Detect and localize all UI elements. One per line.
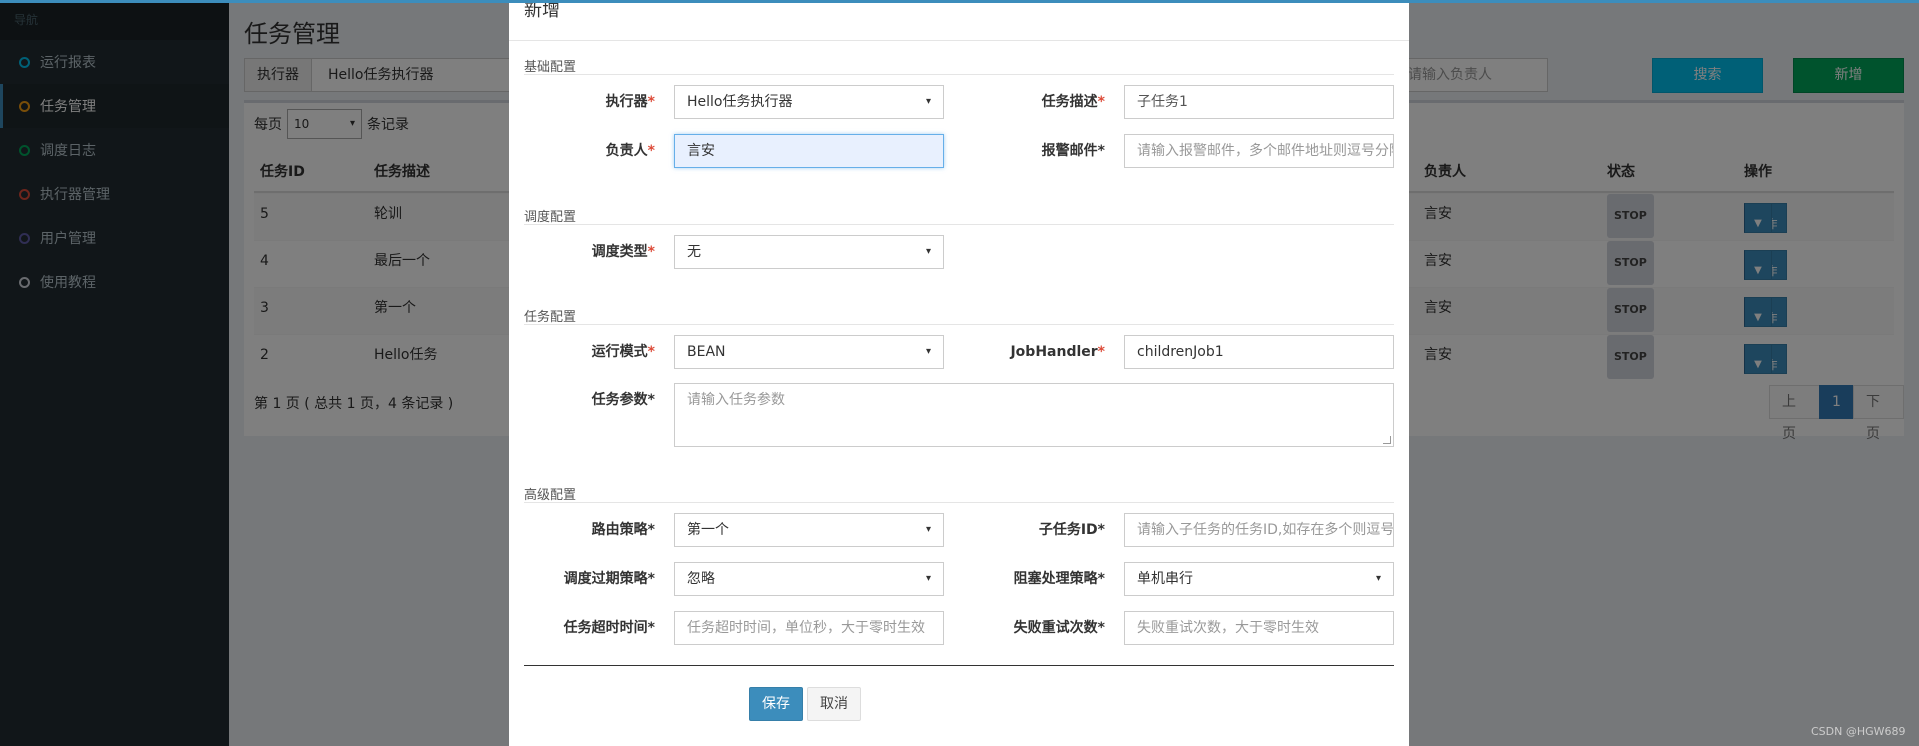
required-mark: * — [1097, 94, 1105, 110]
schedule-type-label: 调度类型* — [525, 235, 655, 269]
section-advanced: 高级配置 — [524, 488, 577, 503]
block-strategy-value: 单机串行 — [1137, 571, 1193, 587]
divider — [524, 502, 1394, 503]
required-mark: * — [1097, 143, 1105, 159]
watermark: CSDN @HGW689 — [1811, 725, 1906, 738]
timeout-label-text: 任务超时时间 — [563, 620, 648, 636]
save-button[interactable]: 保存 — [749, 687, 803, 721]
executor-label: 执行器* — [525, 85, 655, 119]
retry-count-input[interactable]: 失败重试次数，大于零时生效 — [1124, 611, 1394, 645]
section-task: 任务配置 — [524, 310, 577, 325]
executor-select-value: Hello任务执行器 — [687, 94, 793, 110]
required-mark: * — [647, 392, 655, 408]
resize-handle-icon[interactable] — [1383, 436, 1391, 444]
chevron-down-icon: ▾ — [925, 346, 931, 357]
executor-label-text: 执行器 — [605, 94, 648, 110]
child-job-label: 子任务ID* — [975, 513, 1105, 547]
chevron-down-icon: ▾ — [925, 246, 931, 257]
misfire-strategy-value: 忽略 — [687, 571, 715, 587]
top-accent-line — [0, 0, 1919, 3]
alarm-email-input[interactable]: 请输入报警邮件，多个邮件地址则逗号分隔 — [1124, 134, 1394, 168]
route-strategy-value: 第一个 — [687, 522, 729, 538]
glue-type-select[interactable]: BEAN ▾ — [674, 335, 944, 369]
author-label: 负责人* — [525, 134, 655, 168]
divider — [509, 40, 1409, 41]
schedule-type-value: 无 — [687, 244, 701, 260]
desc-label-text: 任务描述 — [1041, 94, 1098, 110]
author-label-text: 负责人 — [605, 143, 648, 159]
desc-input[interactable]: 子任务1 — [1124, 85, 1394, 119]
desc-label: 任务描述* — [975, 85, 1105, 119]
alarm-label-text: 报警邮件 — [1041, 143, 1098, 159]
required-mark: * — [1097, 522, 1105, 538]
required-mark: * — [647, 344, 655, 360]
divider — [524, 324, 1394, 325]
task-param-textarea[interactable]: 请输入任务参数 — [674, 383, 1394, 447]
route-label-text: 路由策略 — [591, 522, 648, 538]
child-job-input[interactable]: 请输入子任务的任务ID,如存在多个则逗号分隔 — [1124, 513, 1394, 547]
required-mark: * — [1097, 620, 1105, 636]
misfire-label-text: 调度过期策略 — [563, 571, 648, 587]
route-strategy-select[interactable]: 第一个 ▾ — [674, 513, 944, 547]
task-param-placeholder: 请输入任务参数 — [687, 392, 785, 408]
add-job-modal: 新增 基础配置 执行器* Hello任务执行器 ▾ 任务描述* 子任务1 负责人*… — [509, 0, 1409, 746]
divider — [524, 74, 1394, 75]
divider — [524, 665, 1394, 666]
modal-title: 新增 — [524, 0, 560, 21]
author-input[interactable]: 言安 — [674, 134, 944, 168]
block-strategy-label: 阻塞处理策略* — [975, 562, 1105, 596]
executor-select[interactable]: Hello任务执行器 ▾ — [674, 85, 944, 119]
timeout-label: 任务超时时间* — [525, 611, 655, 645]
glue-type-value: BEAN — [687, 344, 726, 360]
handler-label-text: JobHandler — [1010, 344, 1098, 360]
required-mark: * — [647, 143, 655, 159]
cancel-button[interactable]: 取消 — [807, 687, 861, 721]
required-mark: * — [647, 244, 655, 260]
chevron-down-icon: ▾ — [1375, 573, 1381, 584]
alarm-label: 报警邮件* — [975, 134, 1105, 168]
misfire-strategy-select[interactable]: 忽略 ▾ — [674, 562, 944, 596]
child-job-label-text: 子任务ID — [1038, 522, 1098, 538]
required-mark: * — [647, 571, 655, 587]
retry-label-text: 失败重试次数 — [1013, 620, 1098, 636]
required-mark: * — [647, 522, 655, 538]
required-mark: * — [647, 620, 655, 636]
retry-label: 失败重试次数* — [975, 611, 1105, 645]
block-strategy-select[interactable]: 单机串行 ▾ — [1124, 562, 1394, 596]
section-basic: 基础配置 — [524, 60, 577, 75]
chevron-down-icon: ▾ — [925, 573, 931, 584]
param-label: 任务参数* — [525, 383, 655, 417]
misfire-label: 调度过期策略* — [525, 562, 655, 596]
divider — [524, 224, 1394, 225]
section-schedule: 调度配置 — [524, 210, 577, 225]
route-label: 路由策略* — [525, 513, 655, 547]
handler-label: JobHandler* — [975, 335, 1105, 369]
glue-type-label-text: 运行模式 — [591, 344, 648, 360]
required-mark: * — [1097, 344, 1105, 360]
chevron-down-icon: ▾ — [925, 524, 931, 535]
param-label-text: 任务参数 — [591, 392, 648, 408]
schedule-type-label-text: 调度类型 — [591, 244, 648, 260]
chevron-down-icon: ▾ — [925, 96, 931, 107]
required-mark: * — [647, 94, 655, 110]
required-mark: * — [1097, 571, 1105, 587]
schedule-type-select[interactable]: 无 ▾ — [674, 235, 944, 269]
glue-type-label: 运行模式* — [525, 335, 655, 369]
block-strategy-label-text: 阻塞处理策略 — [1013, 571, 1098, 587]
job-handler-input[interactable]: childrenJob1 — [1124, 335, 1394, 369]
timeout-input[interactable]: 任务超时时间，单位秒，大于零时生效 — [674, 611, 944, 645]
